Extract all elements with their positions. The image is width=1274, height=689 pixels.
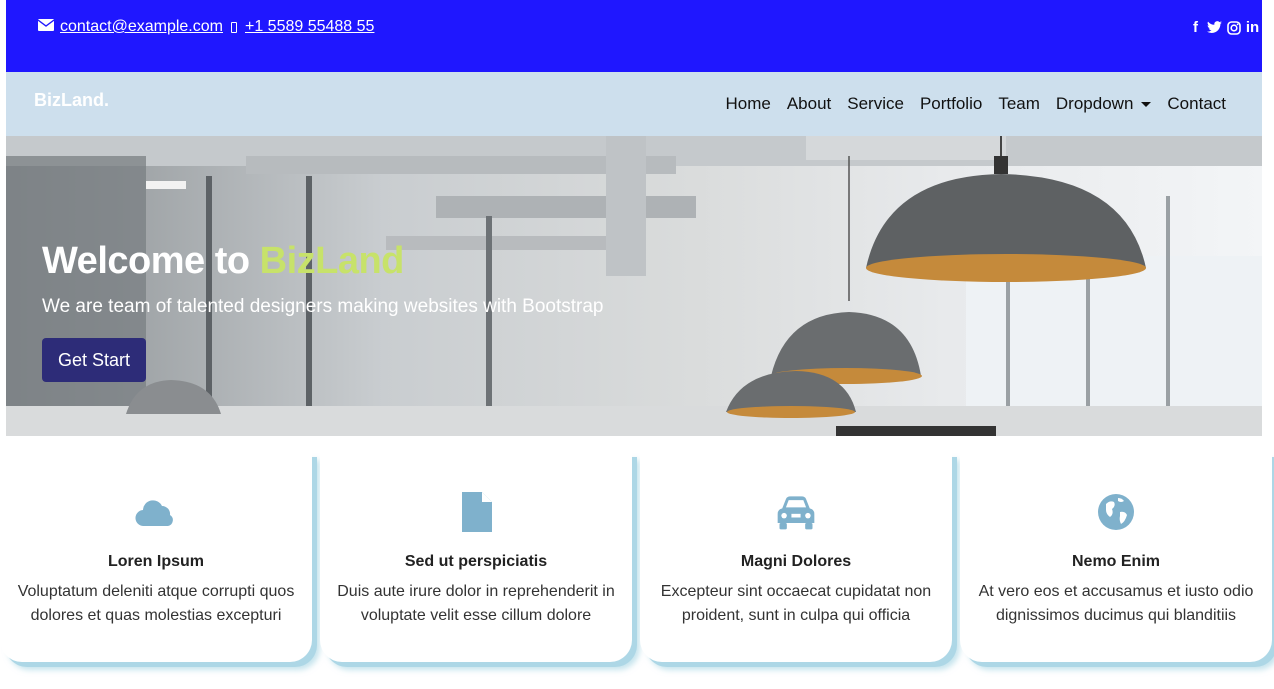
document-icon — [462, 492, 492, 532]
nav-about[interactable]: About — [787, 94, 831, 114]
feature-title: Nemo Enim — [1071, 553, 1160, 570]
nav-contact[interactable]: Contact — [1167, 94, 1226, 114]
globe-icon — [1098, 494, 1134, 530]
feature-card: Sed ut perspiciatis Duis aute irure dolo… — [320, 452, 632, 662]
linkedin-icon[interactable]: in — [1245, 19, 1260, 36]
caret-down-icon — [1141, 102, 1152, 108]
navbar: BizLand. Home About Service Portfolio Te… — [6, 72, 1262, 136]
features-section: Loren Ipsum Voluptatum deleniti atque co… — [0, 436, 1274, 689]
nav-dropdown-label: Dropdown — [1055, 94, 1134, 113]
feature-description: At vero eos et accusamus et iusto odio d… — [978, 583, 1254, 624]
nav-team[interactable]: Team — [998, 94, 1040, 114]
hero-title: Welcome to BizLand — [42, 240, 404, 283]
feature-title: Sed ut perspiciatis — [404, 553, 548, 570]
feature-title: Magni Dolores — [740, 553, 852, 570]
nav-service[interactable]: Service — [847, 94, 904, 114]
phone-icon — [230, 21, 237, 33]
nav-menu: Home About Service Portfolio Team Dropdo… — [725, 94, 1226, 114]
feature-card: Loren Ipsum Voluptatum deleniti atque co… — [0, 452, 312, 662]
envelope-icon — [37, 18, 55, 36]
top-bar: contact@example.com +1 5589 55488 55 f i… — [6, 0, 1262, 72]
instagram-icon[interactable] — [1226, 19, 1241, 36]
hero-section: Welcome to BizLand We are team of talent… — [6, 136, 1262, 436]
get-start-button[interactable]: Get Start — [42, 338, 146, 382]
feature-description: Voluptatum deleniti atque corrupti quos … — [17, 583, 295, 624]
feature-description: Excepteur sint occaecat cupidatat non pr… — [660, 583, 932, 624]
nav-portfolio[interactable]: Portfolio — [920, 94, 982, 114]
social-links: f in — [1188, 19, 1260, 36]
twitter-icon[interactable] — [1207, 19, 1222, 36]
hero-title-brand: BizLand — [259, 240, 405, 282]
nav-home[interactable]: Home — [725, 94, 770, 114]
cloud-icon — [135, 500, 173, 527]
facebook-icon[interactable]: f — [1188, 19, 1203, 36]
hero-subtitle: We are team of talented designers making… — [42, 296, 604, 317]
hero-background-image — [6, 136, 1262, 436]
contact-info: contact@example.com +1 5589 55488 55 — [37, 18, 374, 36]
feature-card: Nemo Enim At vero eos et accusamus et iu… — [960, 452, 1272, 662]
feature-card: Magni Dolores Excepteur sint occaecat cu… — [640, 452, 952, 662]
hero-title-prefix: Welcome to — [42, 240, 250, 282]
feature-description: Duis aute irure dolor in reprehenderit i… — [337, 583, 615, 624]
email-link[interactable]: contact@example.com — [60, 18, 223, 36]
nav-dropdown[interactable]: Dropdown — [1056, 94, 1152, 114]
logo[interactable]: BizLand. — [34, 90, 109, 111]
feature-title: Loren Ipsum — [107, 553, 204, 570]
car-icon — [777, 496, 815, 530]
phone-link[interactable]: +1 5589 55488 55 — [245, 18, 374, 36]
